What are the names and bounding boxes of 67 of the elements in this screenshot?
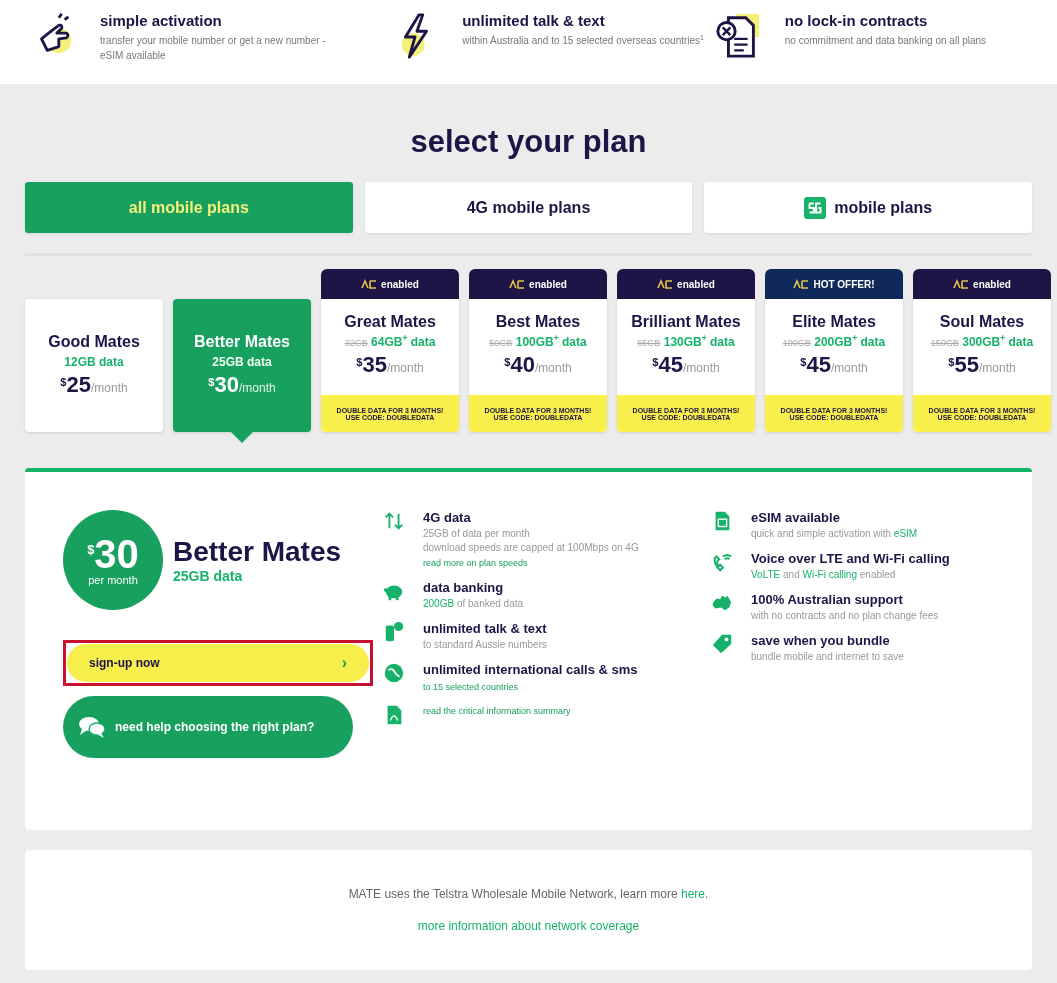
plan-name: Best Mates	[495, 313, 581, 331]
feature-title: save when you bundle	[751, 633, 891, 648]
feature-title: 4G data	[423, 510, 472, 525]
plan-tab[interactable]: mobile plans	[704, 182, 1032, 233]
feature-description: 200GB of banked data	[423, 598, 524, 609]
plan-data: 150GB 300GB$^{+}$ data	[930, 335, 1034, 349]
plan-price: $^{$}$55/month	[948, 352, 1016, 378]
plan-badge: HOT OFFER!	[765, 269, 903, 299]
feature-title: Voice over LTE and Wi-Fi calling	[751, 551, 950, 566]
feature-description: transfer your mobile number or get a new number - eSIM available	[100, 34, 327, 63]
globe-icon	[383, 662, 405, 684]
plan-price: $^{$}$35/month	[356, 352, 424, 378]
feature-link[interactable]: read more on plan speeds	[423, 558, 639, 568]
plan-name: Brilliant Mates	[631, 313, 741, 331]
feature-title: unlimited international calls & sms	[423, 662, 638, 677]
plan-title: Better Mates	[173, 536, 342, 568]
plan-data: 50GB 100GB$^{+}$ data	[489, 335, 587, 349]
plan-card[interactable]: Good Mates 12GB data $^{$}$25/month	[25, 299, 163, 432]
price-badge: $^{$}$30 per month	[63, 510, 163, 610]
feature-title: simple activation	[100, 12, 223, 29]
plan-name: Soul Mates	[939, 313, 1025, 331]
feature-description: VoLTE and Wi-Fi calling enabled	[751, 569, 897, 580]
plan-data: 12GB data	[64, 355, 124, 369]
plan-price: $^{$}$30/month	[208, 372, 276, 398]
phone-wifi-icon	[711, 551, 733, 573]
network-info-text: MATE uses the Telstra Wholesale Mobile Network, learn more here.	[348, 887, 709, 901]
feature-description: to standard Aussie numbers	[423, 639, 547, 650]
feature-title: 100% Australian support	[751, 592, 904, 607]
feature-description: within Australia and to 15 selected overseas countries$^{1}$	[462, 33, 705, 48]
plan-badge: enabled	[617, 269, 755, 299]
plan-badge: enabled	[913, 269, 1051, 299]
feature-title: no lock-in contracts	[784, 12, 929, 29]
feature-link[interactable]: to 15 selected countries	[423, 682, 638, 692]
selection-pointer	[231, 432, 253, 443]
plan-name: Good Mates	[48, 333, 140, 351]
plan-price: $^{$}$45/month	[652, 352, 720, 378]
feature-title: data banking	[423, 580, 505, 595]
plan-data: 25GB data	[212, 355, 272, 369]
feature-description: with no contracts and no plan change fees	[751, 610, 939, 621]
feature-description: 25GB of data per month	[423, 528, 531, 539]
plan-data: 25GB data	[173, 568, 244, 584]
feature-description: no commitment and data banking on all plans	[784, 34, 988, 48]
plan-price: $^{$}$45/month	[800, 352, 868, 378]
feature-description: bundle mobile and internet to save	[751, 651, 904, 662]
plan-data: 100GB 200GB$^{+}$ data	[782, 335, 886, 349]
plan-data: 65GB 130GB$^{+}$ data	[637, 335, 735, 349]
feature-description: download speeds are capped at 100Mbps on 4G	[423, 542, 639, 553]
phone-icon	[383, 621, 405, 643]
plan-data: 32GB 64GB$^{+}$ data	[344, 335, 436, 349]
sign-up-button[interactable]: sign-up now ›	[67, 644, 369, 682]
feature-title: eSIM available	[751, 510, 841, 525]
plan-badge: enabled	[321, 269, 459, 299]
feature-link[interactable]: read the critical information summary	[423, 706, 571, 716]
plan-price: $^{$}$40/month	[504, 352, 572, 378]
feature-title: unlimited talk & text	[462, 12, 606, 29]
chat-icon	[77, 715, 107, 739]
arrows-icon	[383, 510, 405, 532]
tag-icon	[711, 633, 733, 655]
feature-description: quick and simple activation with eSIM	[751, 528, 918, 539]
plan-name: Better Mates	[194, 333, 290, 351]
plan-name: Elite Mates	[792, 313, 876, 331]
feature-title: unlimited talk & text	[423, 621, 547, 636]
section-heading: select your plan	[409, 124, 648, 160]
plan-price: $^{$}$25/month	[60, 372, 128, 398]
plan-tab[interactable]: 4G mobile plans	[364, 182, 693, 233]
plan-badge: enabled	[469, 269, 607, 299]
plan-name: Great Mates	[344, 313, 436, 331]
